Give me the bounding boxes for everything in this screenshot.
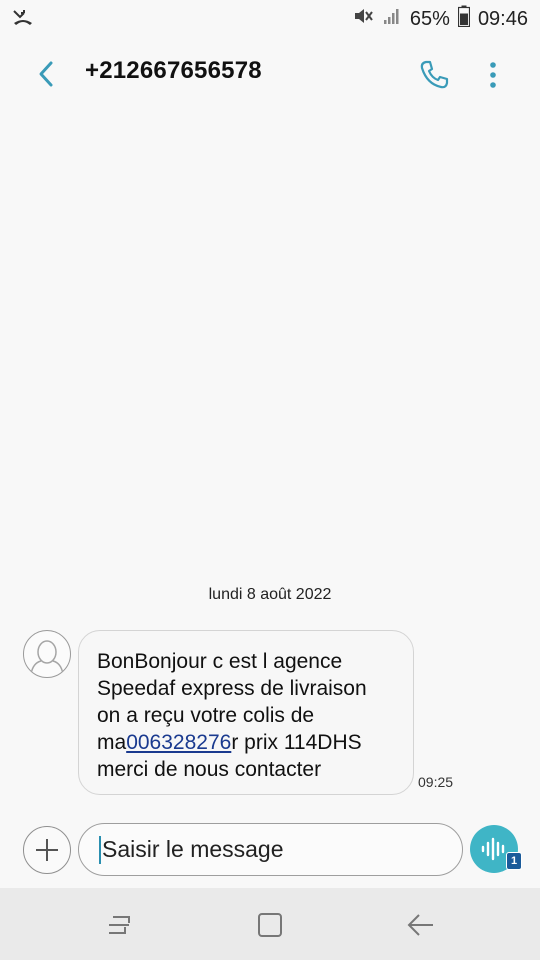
navigation-bar: [0, 888, 540, 960]
message-bubble[interactable]: BonBonjour c est l agence Speedaf expres…: [78, 630, 414, 795]
more-vertical-icon: [490, 62, 496, 88]
date-separator: lundi 8 août 2022: [208, 586, 332, 603]
call-button[interactable]: [414, 55, 454, 95]
person-icon: [30, 640, 64, 675]
add-attachment-button[interactable]: [23, 826, 71, 874]
phone-icon: [420, 60, 449, 89]
clock: 09:46: [477, 7, 528, 30]
contact-avatar[interactable]: [23, 630, 71, 678]
message-input-placeholder: Saisir le message: [102, 836, 284, 862]
recents-icon: [109, 916, 130, 934]
message-input[interactable]: Saisir le message: [78, 823, 463, 876]
home-icon: [258, 913, 282, 937]
signal-icon: [382, 6, 402, 32]
missed-call-icon: [12, 8, 34, 31]
battery-percentage: 65%: [409, 7, 450, 30]
conversation-header: +212667656578: [0, 38, 540, 108]
status-bar: 65% 09:46: [0, 0, 540, 38]
status-right: 65% 09:46: [352, 5, 528, 33]
add-icon: [36, 839, 58, 861]
message-text: BonBonjour c est l agence Speedaf expres…: [97, 648, 399, 783]
status-left: [12, 8, 34, 31]
voice-wave-icon: [481, 837, 505, 861]
voice-badge: 1: [506, 852, 522, 870]
more-options-button[interactable]: [478, 55, 508, 95]
battery-icon: [457, 5, 471, 33]
text-cursor: [99, 835, 101, 864]
contact-number: +212667656578: [85, 57, 262, 84]
back-button[interactable]: [28, 56, 64, 92]
home-button[interactable]: [250, 908, 290, 942]
message-link-number[interactable]: 006328276: [126, 731, 231, 754]
back-icon: [407, 914, 433, 936]
nav-back-button[interactable]: [401, 908, 441, 942]
recents-button[interactable]: [99, 908, 139, 942]
message-time: 09:25: [418, 774, 454, 790]
mute-icon: [352, 6, 374, 32]
back-arrow-icon: [39, 61, 53, 87]
